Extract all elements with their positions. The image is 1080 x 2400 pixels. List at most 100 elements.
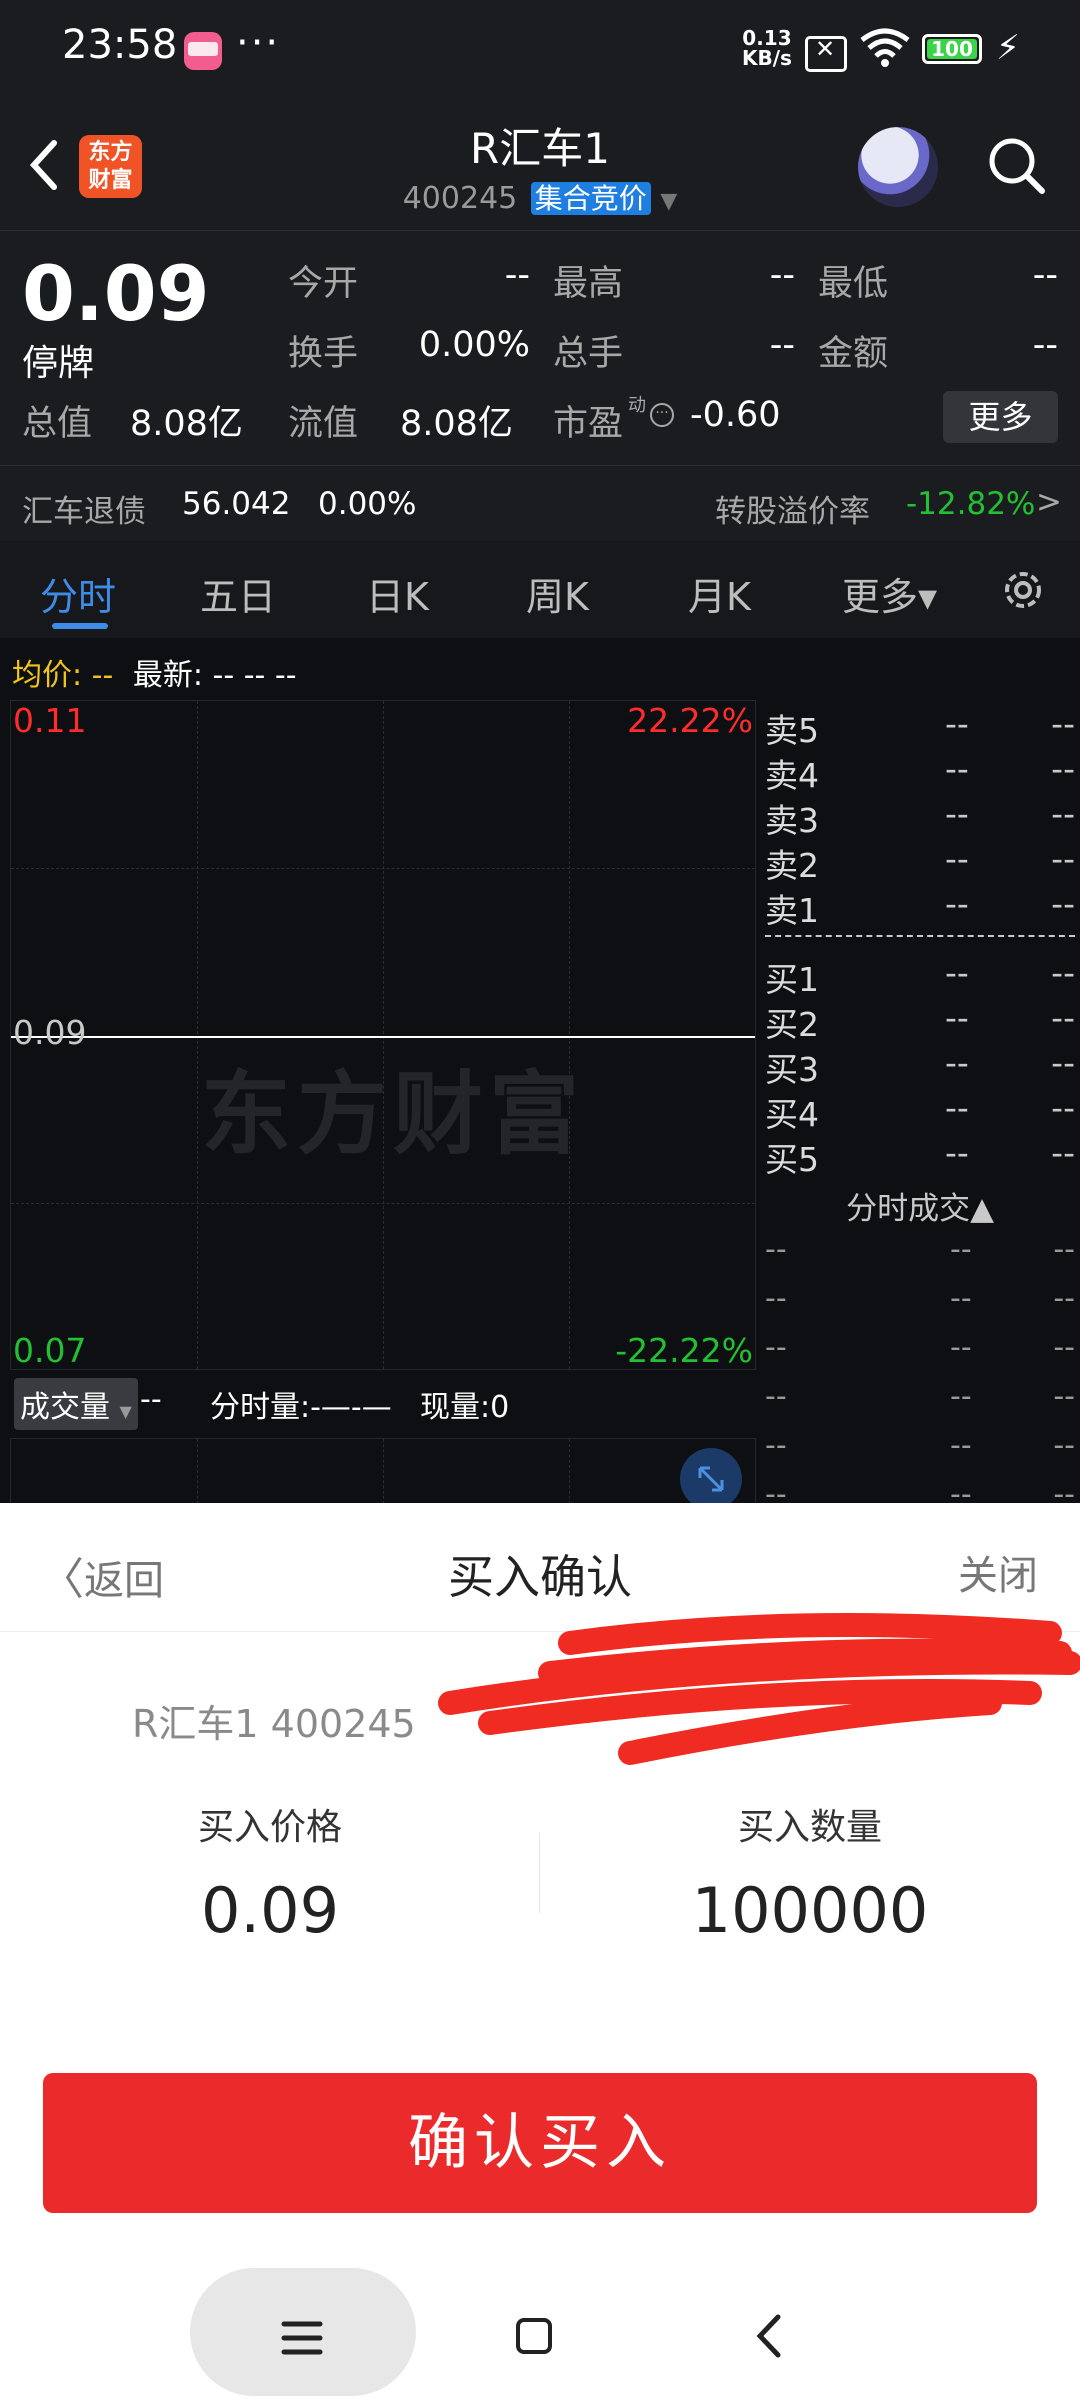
tab-daily-k[interactable]: 日K: [366, 566, 429, 621]
volume-indicator-dropdown[interactable]: 成交量 ▼: [14, 1378, 138, 1430]
amount-label: 金额: [818, 334, 889, 374]
tick-cell: --: [950, 1379, 972, 1414]
tick-cell: --: [765, 1330, 787, 1365]
buy-row-1[interactable]: 买1 -- --: [760, 949, 1080, 999]
bond-name: 汇车退债: [22, 494, 146, 530]
convertible-bond-row[interactable]: 汇车退债 56.042 0.00% 转股溢价率 -12.82% >: [0, 465, 1080, 542]
redaction-scribble: [438, 1613, 1080, 1765]
ai-robot-icon[interactable]: [858, 127, 938, 207]
sell-row-1[interactable]: 卖5 -- --: [760, 700, 1080, 750]
info-icon[interactable]: ···: [650, 403, 674, 427]
buy-vol: --: [1051, 1088, 1075, 1127]
buy-price-value: 0.09: [200, 1874, 340, 1947]
sell-price: --: [945, 839, 969, 878]
tick-cell: --: [1053, 1379, 1075, 1414]
search-icon[interactable]: [984, 133, 1048, 197]
buy-row-2[interactable]: 买2 -- --: [760, 994, 1080, 1044]
more-button[interactable]: 更多: [943, 391, 1058, 443]
wifi-icon: [860, 28, 910, 67]
tab-intraday[interactable]: 分时: [40, 566, 116, 621]
tick-row: -- -- --: [760, 1424, 1080, 1473]
buy-vol: --: [1051, 1133, 1075, 1172]
volume-plot[interactable]: [10, 1438, 756, 1504]
tick-cell: --: [950, 1232, 972, 1267]
tick-cell: --: [950, 1428, 972, 1463]
y-axis-mid-price: 0.09: [13, 1013, 87, 1052]
clock: 23:58: [62, 22, 178, 68]
buy-confirm-sheet: 〈返回 买入确认 关闭 R汇车1 400245 买入价格 0.09 买入数量 1…: [0, 1503, 1080, 2400]
price-plot[interactable]: 东方财富 0.11 22.22% 0.09 0.07 -22.22%: [10, 700, 756, 1370]
sell-row-4[interactable]: 卖2 -- --: [760, 835, 1080, 885]
low-value: --: [1032, 255, 1058, 295]
order-book-divider: [765, 935, 1075, 937]
buy-price: --: [945, 1043, 969, 1082]
sell-price: --: [945, 794, 969, 833]
tick-trades-header[interactable]: 分时成交▲: [760, 1183, 1080, 1228]
chevron-right-icon: >: [1036, 484, 1062, 520]
tick-cell: --: [950, 1330, 972, 1365]
open-label: 今开: [288, 264, 359, 304]
sell-row-5[interactable]: 卖1 -- --: [760, 880, 1080, 930]
stock-header: 东方财富 R汇车1 400245 集合竞价 ▼: [0, 105, 1080, 230]
sell-row-2[interactable]: 卖4 -- --: [760, 745, 1080, 795]
sell-vol: --: [1051, 794, 1075, 833]
sell-vol: --: [1051, 839, 1075, 878]
tick-cell: --: [1053, 1232, 1075, 1267]
buy-price-label: 买入价格: [197, 1807, 342, 1848]
sheet-title: 买入确认: [448, 1550, 632, 1604]
sell-vol: --: [1051, 884, 1075, 923]
price-line: [11, 1036, 755, 1038]
watermark: 东方财富: [201, 1062, 585, 1167]
gear-icon[interactable]: [998, 565, 1048, 615]
sell-price: --: [945, 704, 969, 743]
premium-value: -12.82%: [906, 486, 1036, 522]
volume-info-bar: 成交量 ▼ -- 分时量:-—-— 现量:0: [10, 1370, 756, 1430]
close-button[interactable]: 关闭: [958, 1543, 1038, 1601]
buy-qty-value: 100000: [691, 1874, 929, 1947]
trading-status: 停牌: [22, 343, 95, 384]
minute-volume: 分时量:-—-—: [210, 1390, 392, 1425]
premium-label: 转股溢价率: [715, 494, 870, 530]
tab-weekly-k[interactable]: 周K: [526, 566, 589, 621]
auction-badge[interactable]: 集合竞价: [530, 182, 651, 215]
high-label: 最高: [553, 264, 624, 304]
bond-price: 56.042: [182, 486, 291, 522]
stock-code: 400245: [402, 181, 518, 216]
y-axis-bottom-pct: -22.22%: [615, 1331, 753, 1370]
buy-price: --: [945, 1088, 969, 1127]
buy-row-4[interactable]: 买4 -- --: [760, 1084, 1080, 1134]
order-book: 卖5 -- -- 卖4 -- -- 卖3 -- -- 卖2 -- -- 卖1 -- -- 买1 -- -- 买2 --…: [760, 700, 1080, 1179]
y-axis-top-price: 0.11: [13, 701, 87, 740]
tick-cell: --: [1053, 1330, 1075, 1365]
tick-row: -- -- --: [760, 1228, 1080, 1277]
float-cap-label: 流值: [288, 404, 359, 444]
home-square-icon[interactable]: [516, 2318, 552, 2354]
tick-cell: --: [765, 1281, 787, 1316]
tab-five-day[interactable]: 五日: [200, 566, 276, 621]
expand-icon[interactable]: [680, 1448, 742, 1510]
nav-back-icon[interactable]: [750, 2311, 790, 2361]
dropdown-triangle-icon[interactable]: ▼: [660, 189, 677, 214]
tick-row: -- -- --: [760, 1277, 1080, 1326]
y-axis-bottom-price: 0.07: [13, 1331, 87, 1370]
low-label: 最低: [818, 264, 889, 304]
sell-vol: --: [1051, 704, 1075, 743]
buy-vol: --: [1051, 1043, 1075, 1082]
tick-cell: --: [1053, 1281, 1075, 1316]
market-cap-value: 8.08亿: [130, 404, 243, 444]
more-notifications-icon: ···: [236, 20, 281, 66]
tick-cell: --: [950, 1281, 972, 1316]
sell-row-3[interactable]: 卖3 -- --: [760, 790, 1080, 840]
charging-icon: ⚡: [996, 28, 1020, 68]
pe-label: 市盈: [553, 404, 624, 444]
tab-monthly-k[interactable]: 月K: [688, 566, 751, 621]
amount-value: --: [1032, 325, 1058, 365]
buy-row-3[interactable]: 买3 -- --: [760, 1039, 1080, 1089]
order-stock: R汇车1 400245: [132, 1702, 416, 1746]
confirm-buy-button[interactable]: 确认买入: [43, 2073, 1037, 2213]
sell-name: 卖1: [765, 891, 819, 930]
menu-icon[interactable]: [280, 2318, 324, 2358]
tab-more[interactable]: 更多▾: [842, 566, 937, 621]
buy-row-5[interactable]: 买5 -- --: [760, 1129, 1080, 1179]
float-cap-value: 8.08亿: [400, 404, 513, 444]
